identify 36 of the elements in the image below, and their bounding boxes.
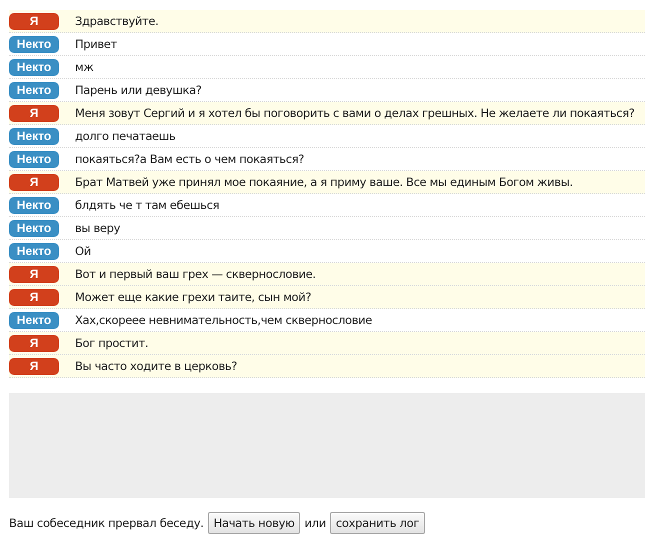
message-text: покаяться?а Вам есть о чем покаяться? (75, 152, 304, 166)
status-text: Ваш собеседник прервал беседу. (9, 516, 204, 530)
message-text: Вы часто ходите в церковь? (75, 359, 238, 373)
sender-badge: Некто (9, 242, 59, 260)
sender-badge: Я (9, 288, 59, 306)
message-text: Хах,скореее невнимательность,чем сквернословие (75, 313, 372, 327)
sender-badge: Некто (9, 196, 59, 214)
message-text: Брат Матвей уже принял мое покаяние, а я приму ваше. Все мы единым Богом живы. (75, 175, 573, 189)
message-text: Парень или девушка? (75, 83, 202, 97)
message-text: мж (75, 60, 94, 74)
message-text: блдять че т там ебешься (75, 198, 220, 212)
message-text: Здравствуйте. (75, 14, 158, 28)
new-chat-button[interactable]: Начать новую (208, 512, 300, 534)
message-text: Ой (75, 244, 91, 258)
sender-badge: Некто (9, 58, 59, 76)
sender-badge: Некто (9, 150, 59, 168)
sender-badge: Я (9, 174, 59, 190)
message-text: Меня зовут Сергий и я хотел бы поговорить с вами о делах грешных. Не желаете ли покаяться? (75, 106, 635, 120)
message-text: Может еще какие грехи таите, сын мой? (75, 290, 312, 304)
message-text: Бог простит. (75, 336, 148, 350)
sender-badge: Я (9, 358, 59, 374)
message-text: вы веру (75, 221, 120, 235)
sender-badge: Некто (9, 312, 59, 328)
sender-badge: Я (9, 266, 59, 282)
sender-badge: Некто (9, 220, 59, 236)
separator-text: или (304, 516, 326, 530)
sender-badge: Некто (9, 36, 59, 52)
sender-badge: Некто (9, 128, 59, 144)
sender-badge: Я (9, 334, 59, 352)
message-text: Привет (75, 37, 117, 51)
sender-badge: Я (9, 104, 59, 122)
message-text: долго печатаешь (75, 129, 176, 143)
message-text: Вот и первый ваш грех — сквернословие. (75, 267, 316, 281)
sender-badge: Некто (9, 82, 59, 98)
save-log-button[interactable]: сохранить лог (330, 512, 426, 534)
sender-badge: Я (9, 12, 59, 30)
